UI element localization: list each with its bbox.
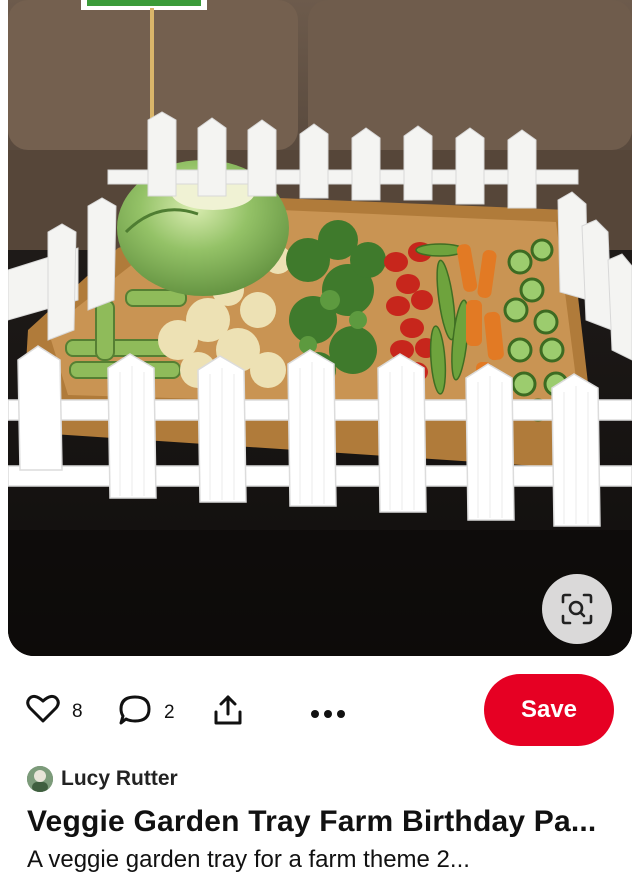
like-count: 8	[72, 700, 83, 722]
veggie-tray-photo	[8, 0, 632, 656]
comment-icon	[118, 694, 152, 731]
pin-description: A veggie garden tray for a farm theme 2.…	[27, 846, 470, 873]
pin-action-bar: 8 2 Save	[0, 670, 640, 750]
more-options-button[interactable]	[310, 706, 346, 724]
author-name: Lucy Rutter	[61, 767, 178, 790]
pin-image[interactable]	[8, 0, 632, 656]
visual-search-button[interactable]	[542, 574, 612, 644]
more-icon	[310, 706, 346, 724]
comment-count: 2	[164, 701, 175, 723]
heart-icon	[26, 694, 60, 729]
visual-search-icon	[560, 592, 594, 626]
author-link[interactable]: Lucy Rutter	[27, 766, 178, 792]
comment-button[interactable]: 2	[118, 694, 175, 731]
avatar	[27, 766, 53, 792]
save-button[interactable]: Save	[484, 674, 614, 746]
pin-title: Veggie Garden Tray Farm Birthday Pa...	[27, 805, 597, 838]
like-button[interactable]: 8	[26, 694, 83, 729]
share-button[interactable]	[212, 694, 244, 731]
share-icon	[212, 694, 244, 731]
